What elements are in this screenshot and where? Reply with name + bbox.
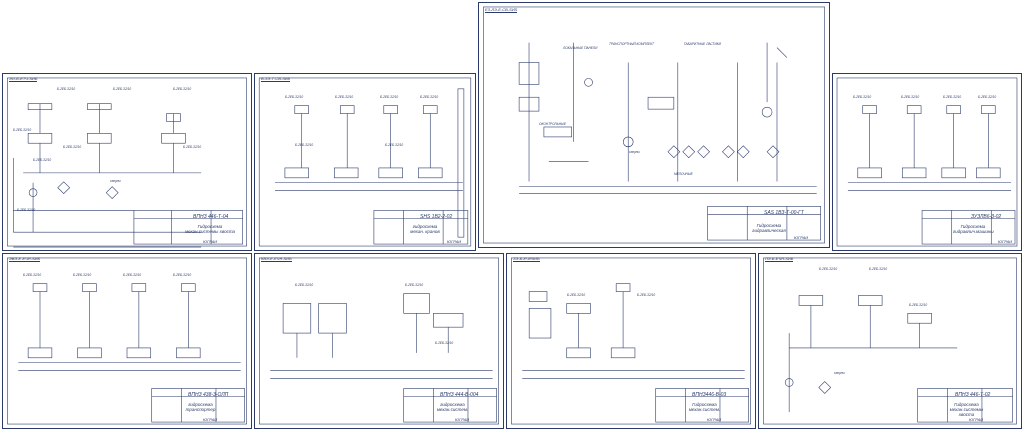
- drawing-title: Гидросхема механ.системы хвоста: [184, 224, 236, 234]
- component-label: Б-2ЕБ-32/10: [23, 273, 42, 277]
- component-label: Б-2ЕБ-32/10: [435, 341, 454, 345]
- drawing-code: ЗУЗЛВ6-3-02: [971, 214, 1002, 220]
- drawing-code: ВПНЗ 444-В-004: [440, 392, 479, 398]
- component-label: Б-2ЕБ-32/10: [173, 87, 192, 91]
- component-label: Б-2ЕБ-32/10: [335, 95, 354, 99]
- organization-label: ЮГРАИ: [203, 239, 218, 244]
- component-label: сапуны: [834, 371, 845, 375]
- component-label: сапуны: [629, 150, 640, 154]
- drawing-sheet-5: ЭВЭ-Е-ЕЧЯ-SИБ Б-2ЕБ-32/10 Б-2ЕБ-32/10 Б-…: [2, 253, 252, 429]
- sheet-header: В-ЗЭ-Т-СВ-ЗИБ: [261, 76, 291, 82]
- component-label: Б-2ЕБ-32/10: [909, 303, 928, 307]
- drawing-code: ВПНЗ446-В-03: [692, 392, 727, 398]
- drawing-sheet-7: ЗЭ-Б-ЕЧЯSИБ Б-2ЕБ-32/10 Б-2ЕБ-32/10 ВПНЗ…: [506, 253, 756, 429]
- component-label: Б-2ЕБ-32/10: [73, 273, 92, 277]
- component-label: ГАБАРИТНЫЕ ЛАСТИКИ: [684, 42, 721, 46]
- component-label: Б-2ЕБ-32/10: [901, 95, 920, 99]
- drawing-sheet-1: ЭО-Б-ЕТЧ-SИБ Б-2ЕБ-32/10 Б-2ЕБ-32/10 Б-2…: [2, 73, 252, 251]
- component-label: Б-2ЕБ-32/10: [385, 143, 404, 147]
- component-label: ЛОКАЛЬНЫЕ ПАНЕЛИ: [563, 46, 598, 50]
- component-label: Б-2ЕБ-32/10: [285, 95, 304, 99]
- drawing-title: Гидросхема механ.системы хвоста: [949, 402, 984, 417]
- organization-label: ЮГРАИ: [707, 417, 722, 422]
- component-label: Б-2ЕБ-32/10: [33, 158, 52, 162]
- component-label: Б-2ЕБ-32/10: [57, 87, 76, 91]
- component-label: Б-2ЕБ-32/10: [63, 145, 82, 149]
- drawing-sheet-6: КВЭ-Е-ЕЧЯ-SИБ Б-2ЕБ-32/10 Б-2ЕБ-32/10 Б-…: [254, 253, 504, 429]
- component-label: Б-2ЕБ-32/10: [978, 95, 997, 99]
- component-label: сапуны: [110, 179, 121, 183]
- drawing-sheet-4: Б-2ЕБ-32/10 Б-2ЕБ-32/10 Б-2ЕБ-32/10 Б-2Е…: [832, 73, 1022, 251]
- component-label: Б-2ЕБ-32/10: [295, 143, 314, 147]
- organization-label: ЮГРАИ: [998, 239, 1013, 244]
- component-label: Б-2ЕБ-32/10: [637, 293, 656, 297]
- component-label: Б-2ЕБ-32/10: [380, 95, 399, 99]
- component-label: Б-2ЕБ-32/10: [869, 267, 888, 271]
- drawing-sheet-3: ЕЗ-ЛЭ-Е-СВ-SИS ТРАНСПОРТНЫЙ КОМПЛЕКТ ГАБ…: [478, 2, 830, 248]
- component-label: ТРАНСПОРТНЫЙ КОМПЛЕКТ: [609, 42, 654, 46]
- drawing-code: ВПНЗ 438-3-ОЛП: [188, 392, 229, 398]
- drawing-code: SHS 1В2-2-02: [420, 214, 453, 220]
- drawing-sheet-2: В-ЗЭ-Т-СВ-ЗИБ Б-2ЕБ-32/10 Б-2ЕБ-32/10 Б-…: [254, 73, 476, 251]
- component-label: Б-2ЕБ-32/10: [13, 128, 32, 132]
- drawing-code: ВПНЗ 446-Т-04: [193, 214, 229, 220]
- organization-label: ЮГРАИ: [203, 417, 218, 422]
- organization-label: ЮГРАИ: [455, 417, 470, 422]
- organization-label: ЮГРАИ: [969, 417, 984, 422]
- organization-label: ЮГРАИ: [447, 239, 462, 244]
- drawing-title: Гидросхема гидравлич.машины: [953, 224, 994, 234]
- sheet-header: КВЭ-Е-ЕЧЯ-SИБ: [261, 256, 292, 262]
- component-label: МЕЛОЧНЫЕ: [674, 172, 693, 176]
- component-label: Б-2ЕБ-32/10: [123, 273, 142, 277]
- component-label: Б-2ЕБ-32/10: [113, 87, 132, 91]
- component-label: Б-2ЕБ-32/10: [295, 283, 314, 287]
- drawing-title: Гидросхема гидравлическая: [752, 223, 786, 233]
- sheet-header: ЗЭ-Б-ЕЧЯSИБ: [513, 256, 540, 262]
- component-label: Б-2ЕБ-32/10: [173, 273, 192, 277]
- drawing-sheet-8: ЛЭ-Б-ЕЧЯ-SИБ Б-2ЕБ-32/10 Б-2ЕБ-32/10 Б-2…: [758, 253, 1022, 429]
- drawing-title: гидросхема механ. кранов: [410, 224, 440, 234]
- component-label: Б-2ЕБ-32/10: [853, 95, 872, 99]
- drawing-code: ВПНЗ 446-Т-02: [955, 392, 991, 398]
- drawing-code: SAS 1ВЗ-Т-00-ГТ: [764, 210, 804, 216]
- sheet-header: ЭВЭ-Е-ЕЧЯ-SИБ: [9, 256, 41, 262]
- component-label: Б-2ЕБ-32/10: [405, 283, 424, 287]
- organization-label: ЮГРАИ: [794, 235, 809, 240]
- component-label: Б-2ЕБ-32/10: [943, 95, 962, 99]
- drawing-title: Гидросхема механ.систем.: [688, 402, 721, 412]
- component-label: Б-2ЕБ-32/10: [819, 267, 838, 271]
- drawing-title: гидросхема механ.систем.: [436, 402, 469, 412]
- sheet-header: ЛЭ-Б-ЕЧЯ-SИБ: [765, 256, 794, 262]
- drawing-title: гидросхема транспортер: [185, 402, 216, 412]
- sheet-header: ЕЗ-ЛЭ-Е-СВ-SИS: [485, 7, 518, 13]
- component-label: Б-2ЕБ-32/10: [567, 293, 586, 297]
- sheet-header: ЭО-Б-ЕТЧ-SИБ: [9, 76, 38, 82]
- component-label: ОКОНТРОЛЬНЫЕ: [539, 122, 567, 126]
- component-label: Б-2ЕБ-32/10: [420, 95, 439, 99]
- component-label: Б-2ЕБ-32/10: [17, 208, 36, 212]
- component-label: Б-2ЕБ-32/10: [183, 145, 202, 149]
